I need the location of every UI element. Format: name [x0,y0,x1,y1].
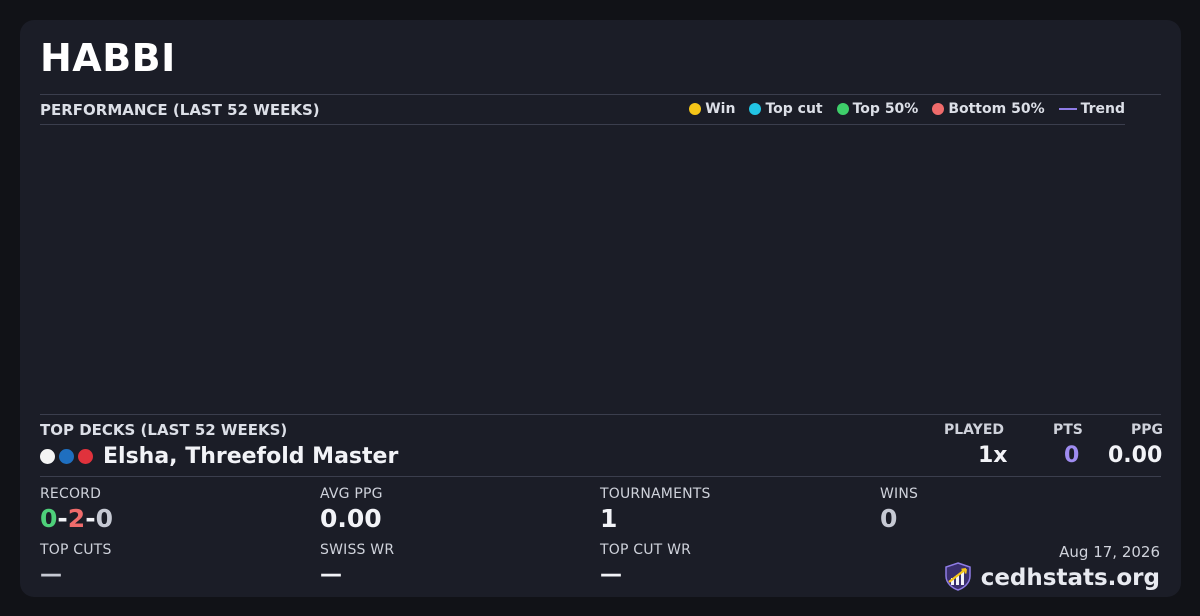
red-mana-pip-icon [78,449,93,464]
legend-label: Top 50% [852,101,919,117]
ppg-column-header: PPG [1131,422,1164,438]
legend-label: Trend [1080,101,1125,117]
pts-column-header: PTS [1053,422,1083,438]
legend-label: Win [705,101,736,117]
legend-item-top-50: Top 50% [836,101,919,117]
legend-dot-icon [932,103,945,115]
deck-pts: 0 [1064,443,1080,468]
played-column-header: PLAYED [944,422,1004,438]
performance-chart [40,126,1160,412]
title-divider [40,94,1161,95]
wins-value: 0 [880,504,898,533]
white-mana-pip-icon [40,449,55,464]
top-cuts-value: — [40,562,62,587]
record-draws: 0 [95,504,113,533]
legend-dot-icon [689,103,702,115]
record-separator: - [57,504,68,533]
stats-divider [40,476,1161,477]
avg-ppg-value: 0.00 [320,504,382,533]
avg-ppg-label: AVG PPG [320,486,383,502]
top-cuts-label: TOP CUTS [40,542,112,558]
tournaments-value: 1 [600,504,618,533]
legend-label: Bottom 50% [948,101,1045,117]
brand-name[interactable]: cedhstats.org [981,565,1160,591]
record-wins: 0 [40,504,58,533]
report-date: Aug 17, 2026 [1059,543,1160,561]
deck-row[interactable]: Elsha, Threefold Master [40,444,398,469]
performance-label: PERFORMANCE (LAST 52 WEEKS) [40,101,320,119]
deck-name[interactable]: Elsha, Threefold Master [103,444,398,469]
deck-ppg: 0.00 [1108,443,1163,468]
legend-item-bottom-50: Bottom 50% [932,101,1045,117]
top-decks-label: TOP DECKS (LAST 52 WEEKS) [40,421,288,439]
swiss-wr-value: — [320,562,342,587]
trend-line-icon [1058,108,1077,110]
legend-dot-icon [836,103,849,115]
performance-divider [40,124,1125,125]
record-label: RECORD [40,486,102,502]
record-losses: 2 [67,504,86,533]
legend-item-top-cut: Top cut [749,101,823,117]
legend-item-win: Win [689,101,735,117]
legend-label: Top cut [765,101,823,117]
brand[interactable]: cedhstats.org [943,561,1160,595]
record-separator: - [85,504,96,533]
legend-dot-icon [749,103,762,115]
top-cut-wr-label: TOP CUT WR [600,542,692,558]
blue-mana-pip-icon [59,449,74,464]
wins-label: WINS [880,486,919,502]
record-value: 0-2-0 [40,504,113,533]
chart-shield-icon [943,561,973,595]
deck-played: 1x [978,443,1008,468]
tournaments-label: TOURNAMENTS [600,486,711,502]
player-name: HABBI [40,36,176,80]
player-card: HABBI PERFORMANCE (LAST 52 WEEKS) Win Top… [20,20,1181,597]
decks-divider [40,414,1161,415]
top-cut-wr-value: — [600,562,622,587]
legend-item-trend: Trend [1058,101,1125,117]
swiss-wr-label: SWISS WR [320,542,395,558]
chart-legend: Win Top cut Top 50% Bottom 50% Trend [689,101,1125,117]
